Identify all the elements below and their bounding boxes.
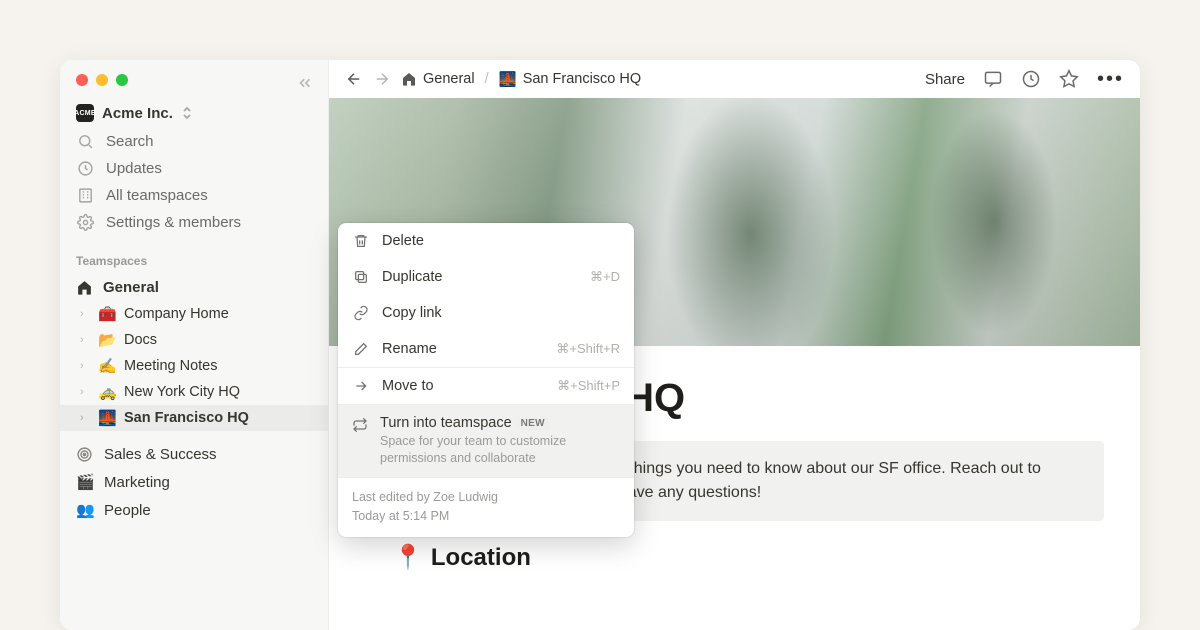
menu-label: Delete <box>382 233 424 249</box>
menu-move-to[interactable]: Move to ⌘+Shift+P <box>338 368 634 404</box>
people-icon: 👥 <box>76 501 94 519</box>
menu-delete[interactable]: Delete <box>338 223 634 259</box>
target-icon <box>76 446 94 463</box>
menu-label: Copy link <box>382 305 442 321</box>
clock-icon <box>76 160 94 177</box>
nav-forward-icon[interactable] <box>373 70 391 88</box>
duplicate-icon <box>352 269 370 285</box>
page-label: New York City HQ <box>124 384 240 400</box>
sidebar-all-teamspaces-label: All teamspaces <box>106 187 208 204</box>
breadcrumb: General / 🌉 San Francisco HQ <box>401 71 641 88</box>
page-docs[interactable]: › 📂 Docs <box>60 327 328 353</box>
topbar: General / 🌉 San Francisco HQ Share ••• <box>329 60 1140 98</box>
menu-label: Turn into teamspace <box>380 415 512 431</box>
teamspace-general-label: General <box>103 279 159 296</box>
menu-turn-into-teamspace[interactable]: Turn into teamspace NEW Space for your t… <box>338 405 634 477</box>
link-icon <box>352 305 370 321</box>
menu-rename[interactable]: Rename ⌘+Shift+R <box>338 331 634 367</box>
breadcrumb-page-emoji: 🌉 <box>499 71 517 88</box>
menu-label: Move to <box>382 378 434 394</box>
workspace-switcher[interactable]: ACME Acme Inc. <box>60 98 328 128</box>
close-window-icon[interactable] <box>76 74 88 86</box>
chevron-right-icon: › <box>80 308 92 320</box>
workspace-logo: ACME <box>76 104 94 122</box>
shortcut: ⌘+Shift+P <box>557 378 620 394</box>
page-emoji: 🧰 <box>98 305 118 323</box>
sidebar-collapse-icon[interactable] <box>296 74 314 92</box>
teamspace-label: People <box>104 502 151 519</box>
new-badge: NEW <box>516 417 550 430</box>
favorite-icon[interactable] <box>1059 69 1079 89</box>
chevron-right-icon: › <box>80 334 92 346</box>
sidebar-all-teamspaces[interactable]: All teamspaces <box>60 182 328 209</box>
page-meeting-notes[interactable]: › ✍️ Meeting Notes <box>60 353 328 379</box>
teamspace-label: Sales & Success <box>104 446 217 463</box>
search-icon <box>76 133 94 150</box>
edit-icon <box>352 341 370 357</box>
window-controls <box>60 68 328 98</box>
page-emoji: 🚕 <box>98 383 118 401</box>
shortcut: ⌘+Shift+R <box>556 341 620 357</box>
gear-icon <box>76 214 94 231</box>
menu-copy-link[interactable]: Copy link <box>338 295 634 331</box>
page-emoji: 📂 <box>98 331 118 349</box>
menu-description: Space for your team to customize permiss… <box>380 433 620 467</box>
convert-icon <box>352 417 368 433</box>
page-label: Meeting Notes <box>124 358 218 374</box>
chevron-right-icon: › <box>80 360 92 372</box>
sidebar-updates[interactable]: Updates <box>60 155 328 182</box>
comments-icon[interactable] <box>983 69 1003 89</box>
trash-icon <box>352 233 370 249</box>
teamspace-marketing[interactable]: 🎬 Marketing <box>60 468 328 496</box>
heading-text: Location <box>431 544 531 572</box>
breadcrumb-sep: / <box>485 71 489 87</box>
pushpin-icon: 📍 <box>393 543 423 572</box>
clapper-icon: 🎬 <box>76 473 94 491</box>
last-edited-by: Last edited by Zoe Ludwig <box>352 488 620 507</box>
teamspace-sales[interactable]: Sales & Success <box>60 441 328 468</box>
menu-duplicate[interactable]: Duplicate ⌘+D <box>338 259 634 295</box>
breadcrumb-parent[interactable]: General <box>423 71 475 87</box>
page-label: San Francisco HQ <box>124 410 249 426</box>
teamspace-general[interactable]: General <box>60 274 328 301</box>
history-icon[interactable] <box>1021 69 1041 89</box>
chevron-expand-icon <box>181 106 193 120</box>
app-window: ACME Acme Inc. Search Updates All teamsp… <box>60 60 1140 630</box>
teamspaces-section-label: Teamspaces <box>60 236 328 274</box>
home-icon[interactable] <box>401 71 417 87</box>
menu-label: Duplicate <box>382 269 442 285</box>
sidebar-settings-label: Settings & members <box>106 214 241 231</box>
page-sf-hq[interactable]: › 🌉 San Francisco HQ <box>60 405 328 431</box>
breadcrumb-page[interactable]: San Francisco HQ <box>523 71 641 87</box>
arrow-right-icon <box>352 378 370 394</box>
teamspace-people[interactable]: 👥 People <box>60 496 328 524</box>
chevron-right-icon: › <box>80 386 92 398</box>
page-label: Docs <box>124 332 157 348</box>
building-icon <box>76 187 94 204</box>
more-icon[interactable]: ••• <box>1097 68 1124 91</box>
sidebar-settings[interactable]: Settings & members <box>60 209 328 236</box>
workspace-name: Acme Inc. <box>102 105 173 122</box>
last-edited-time: Today at 5:14 PM <box>352 507 620 526</box>
teamspace-label: Marketing <box>104 474 170 491</box>
page-company-home[interactable]: › 🧰 Company Home <box>60 301 328 327</box>
sidebar: ACME Acme Inc. Search Updates All teamsp… <box>60 60 329 630</box>
home-icon <box>76 279 93 296</box>
shortcut: ⌘+D <box>590 269 620 285</box>
page-label: Company Home <box>124 306 229 322</box>
sidebar-search[interactable]: Search <box>60 128 328 155</box>
chevron-right-icon: › <box>80 412 92 424</box>
sidebar-updates-label: Updates <box>106 160 162 177</box>
nav-back-icon[interactable] <box>345 70 363 88</box>
minimize-window-icon[interactable] <box>96 74 108 86</box>
maximize-window-icon[interactable] <box>116 74 128 86</box>
sidebar-search-label: Search <box>106 133 154 150</box>
menu-footer: Last edited by Zoe Ludwig Today at 5:14 … <box>338 478 634 538</box>
page-emoji: 🌉 <box>98 409 118 427</box>
menu-label: Rename <box>382 341 437 357</box>
page-nyc-hq[interactable]: › 🚕 New York City HQ <box>60 379 328 405</box>
share-button[interactable]: Share <box>925 71 965 88</box>
page-emoji: ✍️ <box>98 357 118 375</box>
context-menu: Delete Duplicate ⌘+D Copy link Rename ⌘+… <box>338 223 634 537</box>
